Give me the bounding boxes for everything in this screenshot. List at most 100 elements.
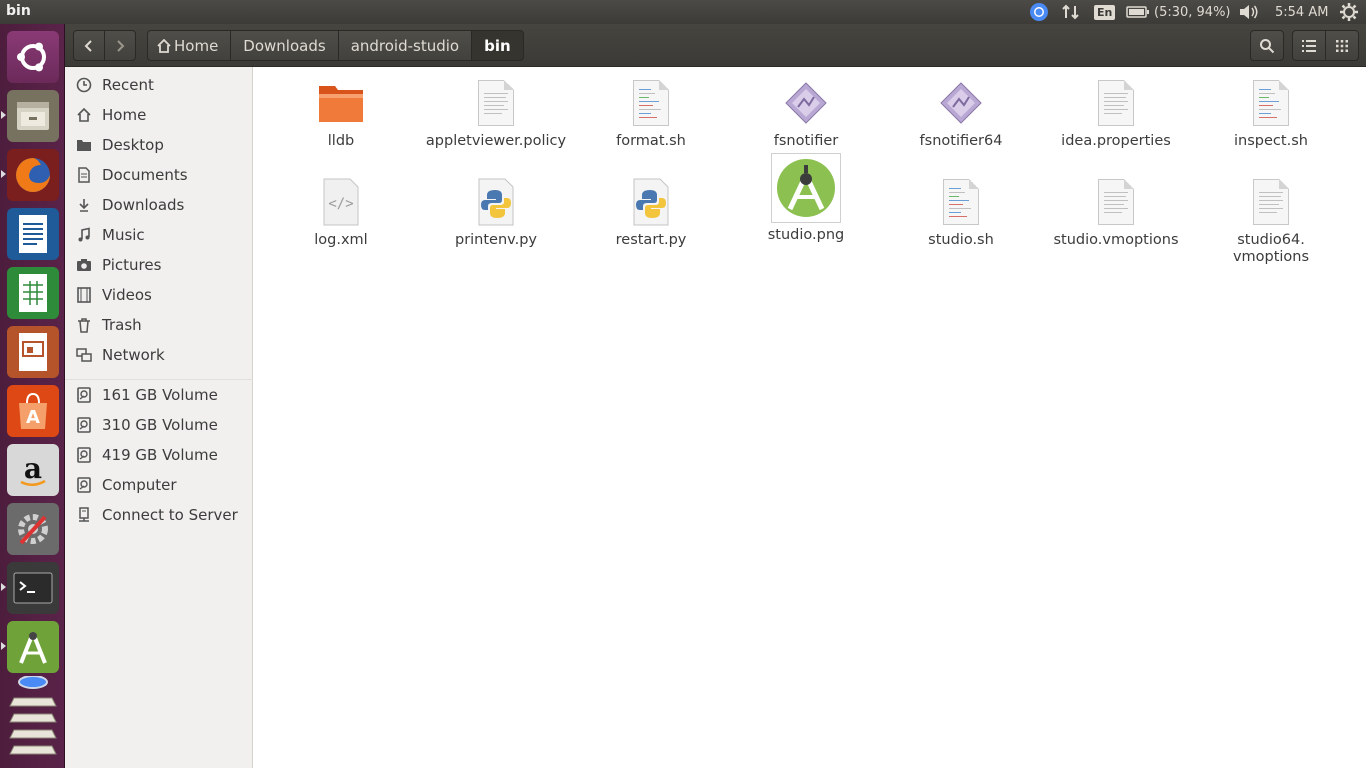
breadcrumb-label: Downloads	[243, 36, 326, 55]
grid-view-button[interactable]	[1325, 30, 1359, 61]
system-settings-icon[interactable]	[7, 503, 59, 555]
desktop-folder-icon	[65, 137, 102, 153]
sidebar-item-volume-310[interactable]: 310 GB Volume	[65, 410, 253, 440]
firefox-icon[interactable]	[7, 149, 59, 201]
libreoffice-calc-icon[interactable]	[7, 267, 59, 319]
music-note-icon	[65, 227, 102, 243]
file-view[interactable]: lldb appletviewer.policy format.sh fsnot…	[256, 67, 1366, 768]
window-title: bin	[6, 3, 31, 19]
android-studio-image-thumbnail	[771, 153, 841, 223]
sidebar-item-label: Downloads	[102, 196, 185, 214]
breadcrumb-android-studio[interactable]: android-studio	[337, 30, 473, 61]
breadcrumb-downloads[interactable]: Downloads	[230, 30, 339, 61]
sidebar-item-videos[interactable]: Videos	[65, 280, 253, 310]
sidebar-item-home[interactable]: Home	[65, 100, 253, 130]
text-file-icon	[1245, 176, 1297, 228]
file-item-fsnotifier[interactable]: fsnotifier	[731, 77, 881, 150]
sidebar-item-label: Trash	[102, 316, 142, 334]
file-name: studio.png	[767, 227, 845, 243]
clock[interactable]: 5:54 AM	[1275, 2, 1328, 22]
libreoffice-writer-icon[interactable]	[7, 208, 59, 260]
ubuntu-software-icon[interactable]: A	[7, 385, 59, 437]
sidebar-item-downloads[interactable]: Downloads	[65, 190, 253, 220]
file-item-idea-properties[interactable]: idea.properties	[1041, 77, 1191, 150]
search-button[interactable]	[1250, 30, 1284, 61]
home-icon	[157, 38, 171, 53]
sidebar-item-label: Recent	[102, 76, 154, 94]
libreoffice-impress-icon[interactable]	[7, 326, 59, 378]
sidebar: Recent Home Desktop Documents Downloads …	[65, 67, 253, 768]
chevron-left-icon	[84, 39, 92, 52]
file-name: lldb	[327, 133, 355, 149]
file-item-studio-sh[interactable]: studio.sh	[886, 176, 1036, 249]
server-icon	[65, 507, 102, 523]
sidebar-item-recent[interactable]: Recent	[65, 70, 253, 100]
chrome-indicator-icon[interactable]	[1029, 2, 1049, 22]
sidebar-item-computer[interactable]: Computer	[65, 470, 253, 500]
sidebar-item-label: Home	[102, 106, 147, 124]
terminal-icon[interactable]	[7, 562, 59, 614]
file-item-log-xml[interactable]: </> log.xml	[266, 176, 416, 249]
file-name: idea.properties	[1061, 133, 1171, 149]
battery-indicator[interactable]: (5:30, 94%)	[1126, 2, 1231, 22]
file-item-printenv-py[interactable]: printenv.py	[421, 176, 571, 249]
file-name: log.xml	[314, 232, 368, 248]
sidebar-item-documents[interactable]: Documents	[65, 160, 253, 190]
file-item-restart-py[interactable]: restart.py	[576, 176, 726, 249]
volume-icon[interactable]	[1238, 2, 1260, 22]
svg-text:a: a	[24, 452, 42, 485]
home-icon	[65, 107, 102, 123]
sidebar-item-label: Connect to Server	[102, 506, 238, 524]
files-app-icon[interactable]	[7, 90, 59, 142]
shell-script-icon	[935, 176, 987, 228]
sidebar-item-volume-161[interactable]: 161 GB Volume	[65, 380, 253, 410]
file-name: appletviewer.policy	[425, 133, 567, 149]
back-button[interactable]	[73, 30, 105, 61]
sidebar-item-label: 310 GB Volume	[102, 416, 218, 434]
shell-script-icon	[1245, 77, 1297, 129]
running-indicator	[1, 583, 6, 591]
ubuntu-dash-icon[interactable]	[7, 31, 59, 83]
file-item-studio-vmoptions[interactable]: studio.vmoptions	[1041, 176, 1191, 249]
file-item-inspect-sh[interactable]: inspect.sh	[1196, 77, 1346, 150]
workspace-switcher-icon[interactable]	[7, 676, 59, 756]
breadcrumb: Home Downloads android-studio bin	[147, 30, 524, 61]
sidebar-item-desktop[interactable]: Desktop	[65, 130, 253, 160]
sidebar-item-label: Network	[102, 346, 165, 364]
sidebar-item-trash[interactable]: Trash	[65, 310, 253, 340]
file-name: inspect.sh	[1234, 133, 1308, 149]
battery-status: (5:30, 94%)	[1154, 4, 1231, 20]
running-indicator	[1, 111, 6, 119]
trash-icon	[65, 317, 102, 333]
file-item-lldb[interactable]: lldb	[266, 77, 416, 150]
android-studio-icon[interactable]	[7, 621, 59, 673]
sidebar-item-connect-to-server[interactable]: Connect to Server	[65, 500, 253, 530]
breadcrumb-bin[interactable]: bin	[471, 30, 524, 61]
text-file-icon	[1090, 176, 1142, 228]
forward-button[interactable]	[104, 30, 136, 61]
file-name: printenv.py	[454, 232, 538, 248]
file-item-appletviewer-policy[interactable]: appletviewer.policy	[421, 77, 571, 150]
list-view-button[interactable]	[1292, 30, 1326, 61]
file-name: restart.py	[615, 232, 687, 248]
file-item-studio-png[interactable]: studio.png	[731, 153, 881, 244]
sidebar-item-music[interactable]: Music	[65, 220, 253, 250]
system-menu-gear-icon[interactable]	[1340, 2, 1358, 22]
sidebar-item-pictures[interactable]: Pictures	[65, 250, 253, 280]
documents-icon	[65, 167, 102, 183]
file-item-format-sh[interactable]: format.sh	[576, 77, 726, 150]
amazon-icon[interactable]: a	[7, 444, 59, 496]
top-panel: bin En (5:30, 94%) 5:54 AM	[0, 0, 1366, 24]
sidebar-item-volume-419[interactable]: 419 GB Volume	[65, 440, 253, 470]
breadcrumb-label: bin	[484, 36, 511, 55]
sidebar-item-network[interactable]: Network	[65, 340, 253, 370]
drive-icon	[65, 477, 102, 493]
file-name: fsnotifier	[773, 133, 839, 149]
breadcrumb-home[interactable]: Home	[147, 30, 232, 61]
keyboard-language-indicator[interactable]: En	[1094, 2, 1116, 22]
battery-icon	[1126, 6, 1149, 18]
file-item-studio64-vmoptions[interactable]: studio64. vmoptions	[1196, 176, 1346, 266]
file-item-fsnotifier64[interactable]: fsnotifier64	[886, 77, 1036, 150]
sidebar-item-label: 161 GB Volume	[102, 386, 218, 404]
network-updown-icon[interactable]	[1061, 2, 1081, 22]
